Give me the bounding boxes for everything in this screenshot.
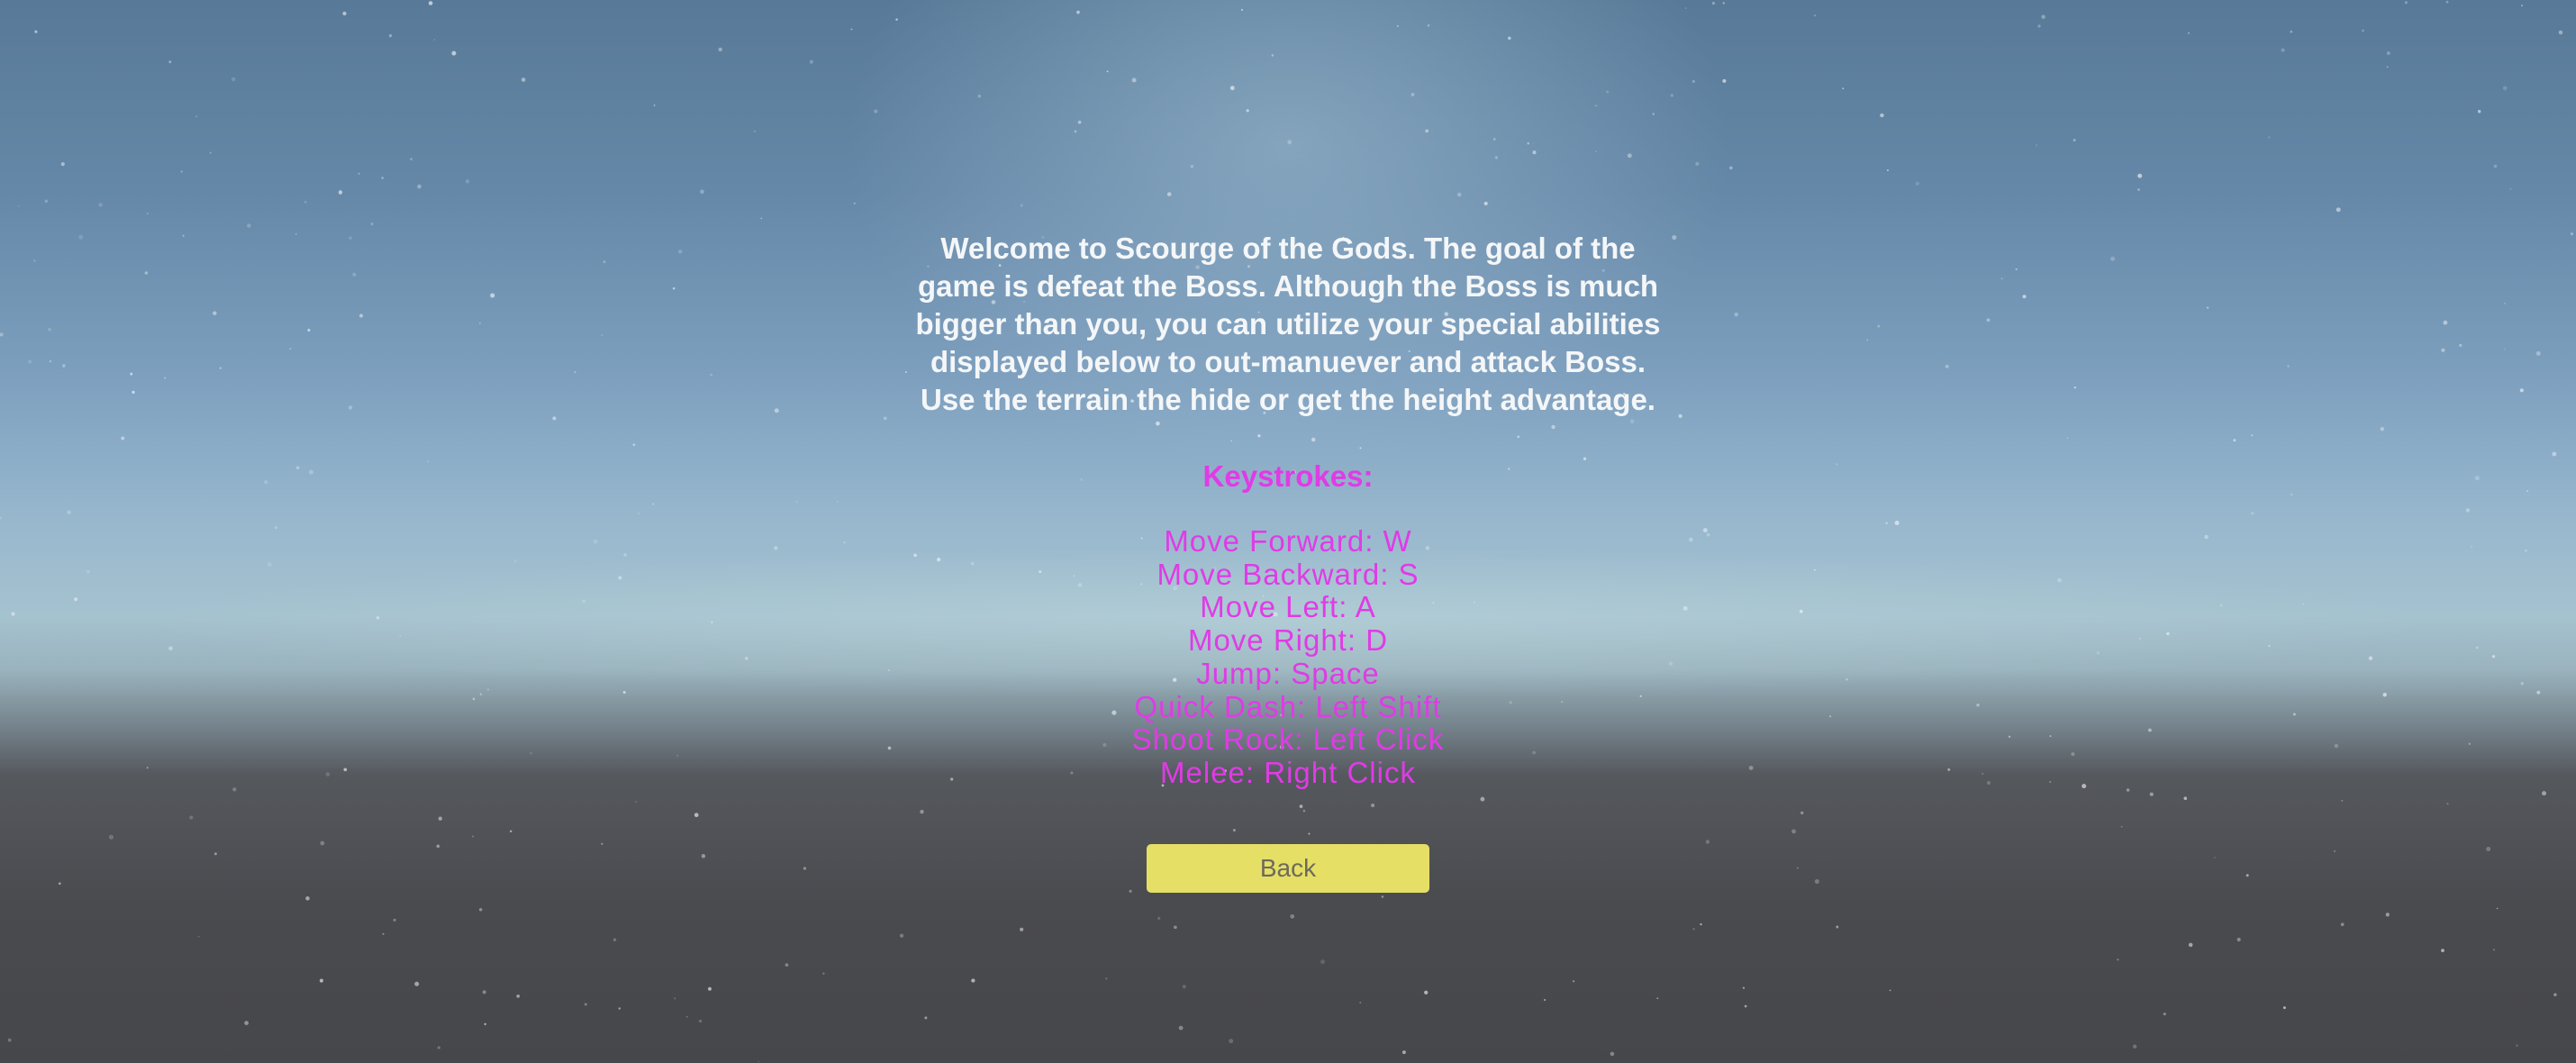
keystroke-move-left: Move Left: A [1200,590,1376,624]
intro-text: Welcome to Scourge of the Gods. The goal… [915,232,1661,416]
keystroke-quick-dash: Quick Dash: Left Shift [1134,689,1442,723]
keystroke-melee: Melee: Right Click [1160,755,1416,789]
keystroke-move-backward: Move Backward: S [1156,557,1420,591]
keystrokes-list: Move Forward: W Move Backward: S Move Le… [748,524,1828,790]
keystroke-jump: Jump: Space [1196,656,1380,690]
keystroke-move-right: Move Right: D [1187,623,1389,658]
keystroke-move-forward: Move Forward: W [1164,524,1412,558]
back-button[interactable]: Back [1147,843,1429,893]
instructions-panel: Welcome to Scourge of the Gods. The goal… [748,230,1828,893]
keystrokes-heading: Keystrokes: [1202,459,1374,493]
keystroke-shoot-rock: Shoot Rock: Left Click [1131,722,1445,757]
